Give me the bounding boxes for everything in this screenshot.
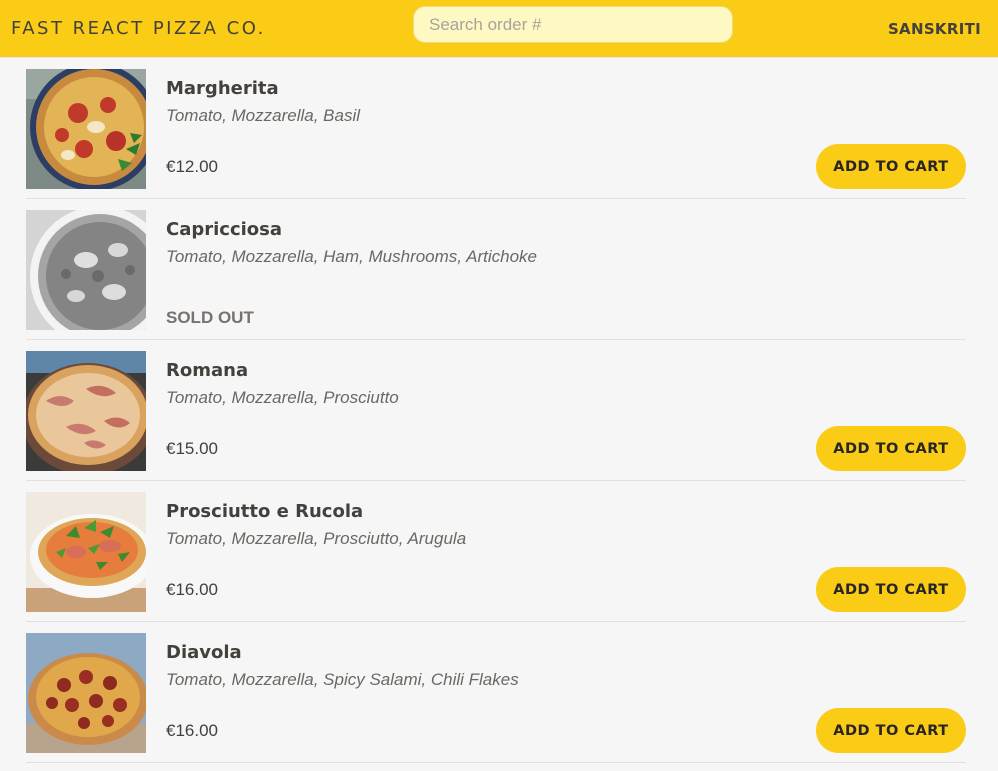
- username: SANSKRITI: [887, 19, 981, 38]
- pizza-price: €12.00: [166, 157, 218, 176]
- pizza-price: €15.00: [166, 439, 218, 458]
- pizza-ingredients: Tomato, Mozzarella, Spicy Salami, Chili …: [166, 670, 519, 689]
- pizza-image: [26, 633, 146, 753]
- menu-item: Margherita Tomato, Mozzarella, Basil €12…: [26, 58, 966, 199]
- pizza-ingredients: Tomato, Mozzarella, Basil: [166, 106, 361, 125]
- pizza-name: Capricciosa: [166, 219, 283, 240]
- menu-item: Prosciutto e Rucola Tomato, Mozzarella, …: [26, 481, 966, 622]
- pizza-name: Margherita: [166, 78, 279, 99]
- menu-item: Diavola Tomato, Mozzarella, Spicy Salami…: [26, 622, 966, 763]
- pizza-image: [26, 492, 146, 612]
- add-to-cart-button[interactable]: ADD TO CART: [816, 144, 966, 189]
- add-to-cart-button[interactable]: ADD TO CART: [816, 426, 966, 471]
- pizza-ingredients: Tomato, Mozzarella, Ham, Mushrooms, Arti…: [166, 247, 537, 266]
- search-order-input[interactable]: [413, 6, 733, 43]
- sold-out-label: SOLD OUT: [166, 308, 254, 327]
- app-logo[interactable]: FAST REACT PIZZA CO.: [11, 18, 266, 39]
- pizza-price: €16.00: [166, 721, 218, 740]
- pizza-photo-diavola: [26, 633, 146, 753]
- pizza-photo-margherita: [26, 69, 146, 189]
- pizza-menu-list: Margherita Tomato, Mozzarella, Basil €12…: [26, 58, 966, 763]
- menu-item: Capricciosa Tomato, Mozzarella, Ham, Mus…: [26, 199, 966, 340]
- pizza-price: €16.00: [166, 580, 218, 599]
- pizza-image: [26, 351, 146, 471]
- pizza-ingredients: Tomato, Mozzarella, Prosciutto: [166, 388, 399, 407]
- app-header: FAST REACT PIZZA CO. SANSKRITI: [0, 0, 998, 58]
- pizza-name: Romana: [166, 360, 249, 381]
- add-to-cart-button[interactable]: ADD TO CART: [816, 567, 966, 612]
- pizza-image: [26, 69, 146, 189]
- pizza-photo-romana: [26, 351, 146, 471]
- pizza-ingredients: Tomato, Mozzarella, Prosciutto, Arugula: [166, 529, 467, 548]
- pizza-image: [26, 210, 146, 330]
- pizza-photo-prosciutto-e-rucola: [26, 492, 146, 612]
- pizza-name: Diavola: [166, 642, 242, 663]
- menu-item: Romana Tomato, Mozzarella, Prosciutto €1…: [26, 340, 966, 481]
- add-to-cart-button[interactable]: ADD TO CART: [816, 708, 966, 753]
- pizza-name: Prosciutto e Rucola: [166, 501, 364, 522]
- pizza-photo-capricciosa: [26, 210, 146, 330]
